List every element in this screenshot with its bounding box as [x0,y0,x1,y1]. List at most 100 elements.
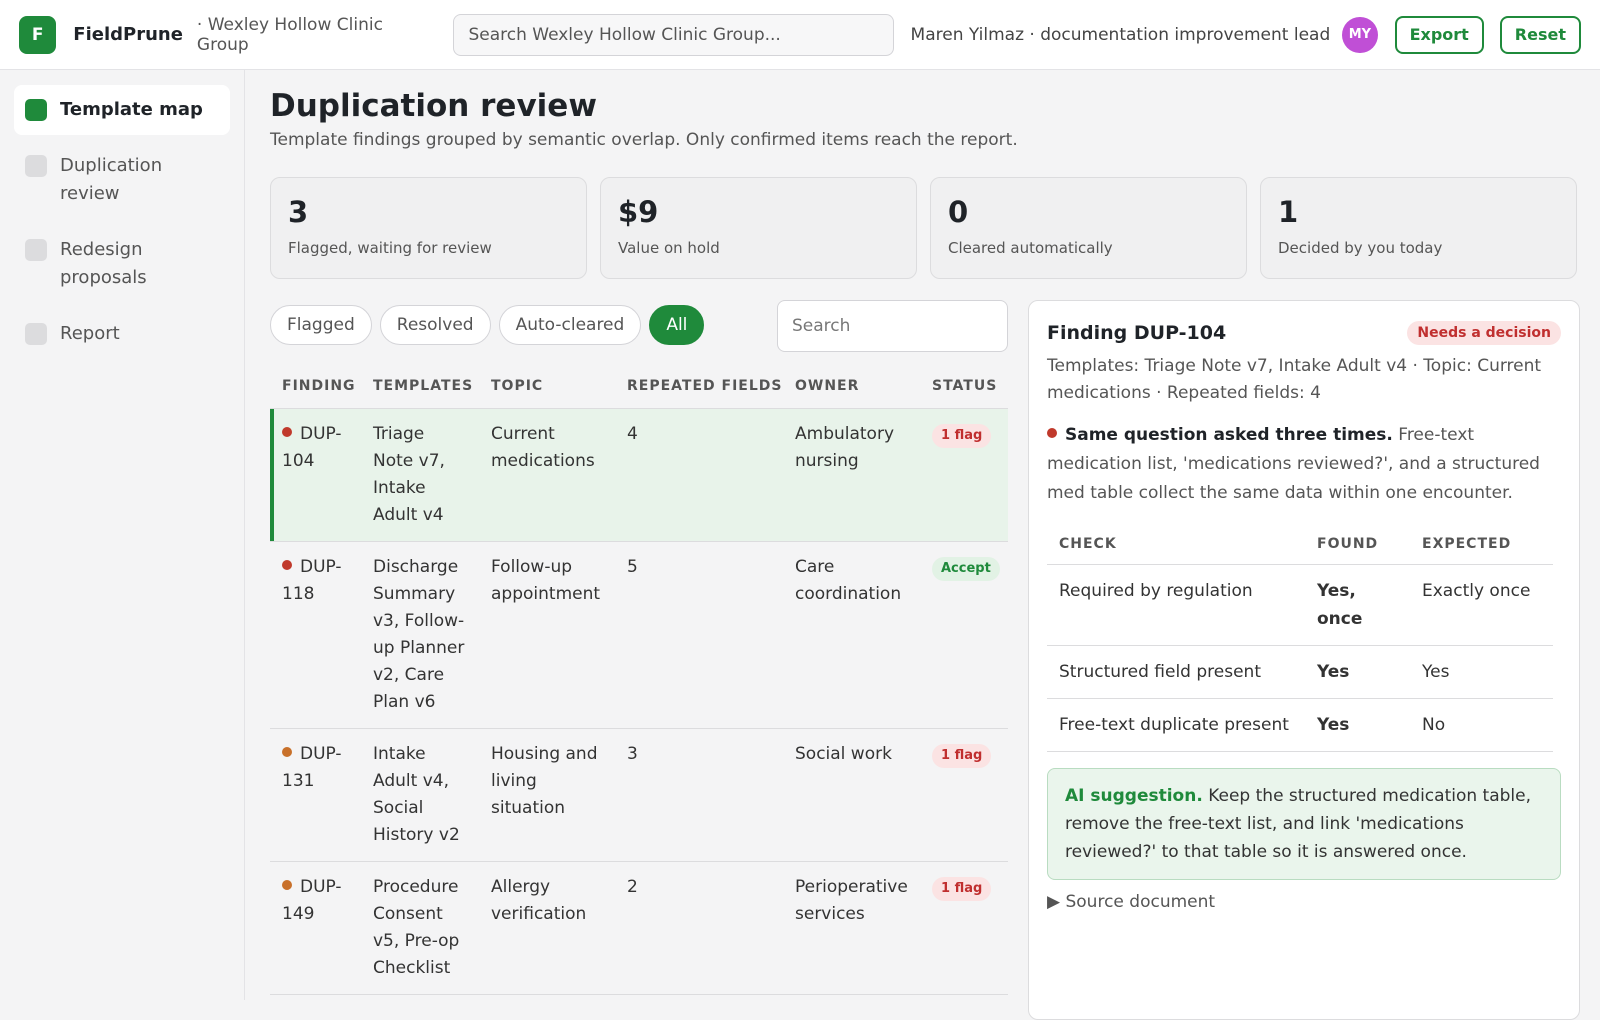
checks-table: CHECK FOUND EXPECTED Required by regulat… [1047,522,1553,752]
repeated-fields-cell: 5 [615,541,783,729]
filter-chip-all[interactable]: All [649,305,705,345]
avatar[interactable]: MY [1342,16,1378,53]
stat-value: 3 [288,195,309,229]
check-name: Required by regulation [1047,564,1305,646]
top-bar: F FieldPrune · Wexley Hollow Clinic Grou… [0,0,1600,70]
column-header-templates[interactable]: TEMPLATES [361,360,479,409]
source-document-label: Source document [1065,892,1216,912]
findings-table-container: FINDING TEMPLATES TOPIC REPEATED FIELDS … [270,360,1008,1000]
sidebar: Template map Duplication review Redesign… [0,70,245,1000]
severity-dot-icon [282,880,292,890]
source-document-toggle[interactable]: ▶ Source document [1047,892,1561,912]
finding-id-cell: DUP-131 [270,728,361,862]
sidebar-item-report[interactable]: Report [14,309,230,359]
stat-card-cleared: 0 Cleared automatically [930,177,1247,279]
owner-cell: Care coordination [783,541,920,729]
sidebar-item-label: Duplication review [60,155,163,204]
page-title: Duplication review [270,88,597,124]
global-search-input[interactable]: Search Wexley Hollow Clinic Group... [453,13,894,56]
topic-cell: Housing and living situation [479,728,615,862]
stat-label: Decided by you today [1278,239,1443,257]
filter-chips: Flagged Resolved Auto-cleared All [270,305,705,345]
filter-chip-auto-cleared[interactable]: Auto-cleared [498,305,642,345]
stat-card-decided: 1 Decided by you today [1260,177,1577,279]
stats-row: 3 Flagged, waiting for review $9 Value o… [270,177,1577,279]
sidebar-item-duplication-review[interactable]: Duplication review [14,141,230,219]
column-header-finding[interactable]: FINDING [270,360,361,409]
app-name: FieldPrune [73,24,183,45]
reset-button[interactable]: Reset [1499,15,1581,54]
sidebar-item-label: Template map [60,99,203,120]
stat-value: $9 [618,195,659,229]
column-header-found: FOUND [1305,522,1410,565]
status-badge: Needs a decision [1407,321,1561,345]
filter-chip-resolved[interactable]: Resolved [379,305,491,345]
org-name: · Wexley Hollow Clinic Group [196,14,383,55]
stat-label: Cleared automatically [948,239,1113,257]
finding-id-cell: DUP-118 [270,541,361,729]
status-badge: 1 flag [932,877,992,901]
status-cell: 1 flag [920,408,1008,542]
status-cell: Accept [920,541,1008,729]
severity-dot-icon [282,747,292,757]
ai-suggestion-box: AI suggestion. Keep the structured medic… [1047,768,1561,880]
page-subtitle: Template findings grouped by semantic ov… [270,130,1018,150]
table-row[interactable]: DUP-131 Intake Adult v4, Social History v… [270,728,1008,862]
check-expected: Exactly once [1410,564,1553,646]
templates-cell: Intake Adult v4, Social History v2 [361,728,479,862]
stat-label: Value on hold [618,239,720,257]
status-cell: 1 flag [920,861,1008,995]
finding-description: Same question asked three times. Free-te… [1047,421,1561,508]
sidebar-item-template-map[interactable]: Template map [14,85,230,135]
check-found: Yes [1305,698,1410,752]
status-badge: Accept [932,557,1000,581]
column-header-topic[interactable]: TOPIC [479,360,615,409]
check-expected: Yes [1410,645,1553,699]
nav-square-icon [25,99,47,121]
sidebar-item-label: Report [60,323,120,344]
disclosure-triangle-icon: ▶ [1047,892,1061,912]
table-row[interactable]: DUP-149 Procedure Consent v5, Pre-op Chec… [270,861,1008,995]
detail-meta: Templates: Triage Note v7, Intake Adult … [1047,356,1542,403]
severity-dot-icon [282,560,292,570]
column-header-owner[interactable]: OWNER [783,360,920,409]
status-badge: 1 flag [932,744,992,768]
user-name: Maren Yilmaz · documentation improvement… [910,24,1331,45]
export-button[interactable]: Export [1394,15,1484,54]
status-badge: 1 flag [932,424,992,448]
check-name: Structured field present [1047,645,1305,699]
finding-detail-panel: Finding DUP-104 Needs a decision Templat… [1028,300,1580,1020]
stat-card-flagged: 3 Flagged, waiting for review [270,177,587,279]
owner-cell: Ambulatory nursing [783,408,920,542]
topic-cell: Allergy verification [479,861,615,995]
table-row[interactable]: DUP-104 Triage Note v7, Intake Adult v4 Cu… [270,408,1008,542]
stat-value: 0 [948,195,969,229]
findings-table: FINDING TEMPLATES TOPIC REPEATED FIELDS … [270,360,1008,995]
topic-cell: Current medications [479,408,615,542]
detail-title: Finding DUP-104 [1047,322,1227,344]
filter-chip-flagged[interactable]: Flagged [270,305,372,345]
sidebar-item-label: Redesign proposals [60,239,147,288]
column-header-repeated-fields[interactable]: REPEATED FIELDS [615,360,783,409]
check-found: Yes [1305,645,1410,699]
table-search-input[interactable]: Search [777,300,1008,352]
finding-id-cell: DUP-104 [270,408,361,542]
finding-headline: Same question asked three times. [1065,425,1393,445]
stat-label: Flagged, waiting for review [288,239,492,257]
severity-dot-icon [282,427,292,437]
column-header-status[interactable]: STATUS [920,360,1008,409]
severity-dot-icon [1047,428,1057,438]
templates-cell: Triage Note v7, Intake Adult v4 [361,408,479,542]
ai-suggestion-label: AI suggestion. [1065,786,1203,806]
check-row: Structured field present Yes Yes [1047,645,1553,699]
owner-cell: Perioperative services [783,861,920,995]
sidebar-item-redesign-proposals[interactable]: Redesign proposals [14,225,230,303]
templates-cell: Discharge Summary v3, Follow-up Planner … [361,541,479,729]
nav-square-icon [25,239,47,261]
table-row[interactable]: DUP-118 Discharge Summary v3, Follow-up P… [270,541,1008,729]
app-logo: F [19,15,57,54]
finding-id-cell: DUP-149 [270,861,361,995]
repeated-fields-cell: 4 [615,408,783,542]
check-found: Yes, once [1305,564,1410,646]
column-header-check: CHECK [1047,522,1305,565]
